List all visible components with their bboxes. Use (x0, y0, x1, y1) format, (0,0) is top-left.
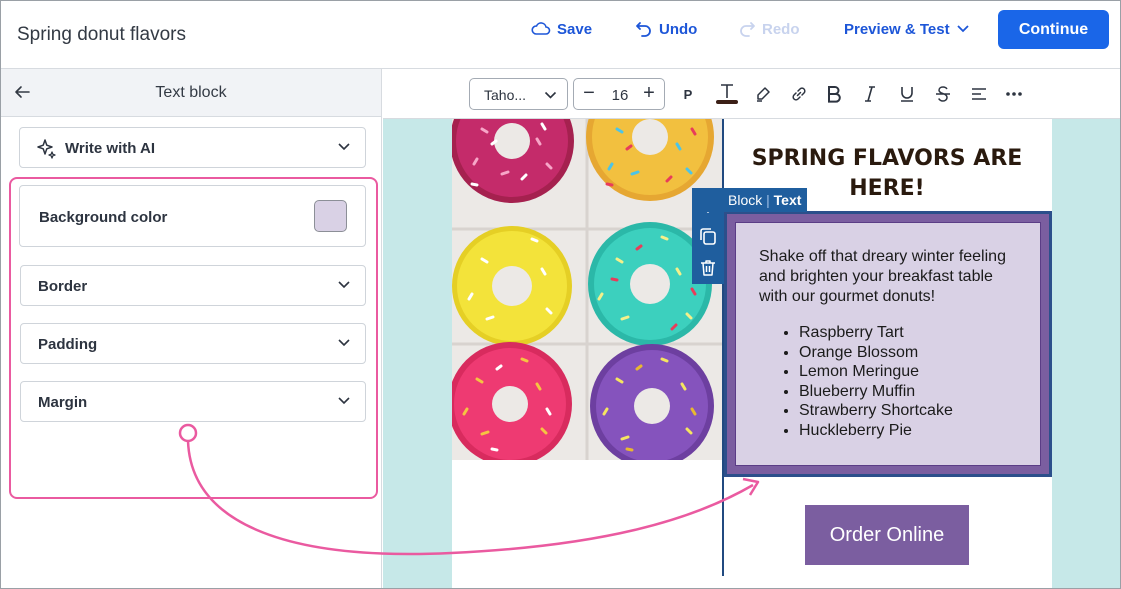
block-type-tag: Block | Text (692, 188, 808, 212)
list-item: Huckleberry Pie (799, 421, 1018, 441)
write-with-ai-label: Write with AI (65, 140, 155, 157)
selected-text-block[interactable]: Shake off that dreary winter feeling and… (724, 211, 1052, 477)
preview-test-button[interactable]: Preview & Test (844, 18, 970, 40)
preview-label: Preview & Test (844, 20, 950, 38)
font-family-select[interactable]: Taho... (469, 78, 568, 110)
write-with-ai-dropdown[interactable]: Write with AI (19, 127, 366, 168)
top-header: Spring donut flavors Save Undo Redo Prev… (1, 1, 1120, 69)
list-item: Orange Blossom (799, 343, 1018, 363)
font-size-value[interactable]: 16 (607, 87, 633, 104)
strikethrough-button[interactable] (932, 83, 954, 105)
continue-button[interactable]: Continue (998, 10, 1109, 49)
panel-header: Text block (1, 69, 381, 117)
save-label: Save (557, 20, 593, 38)
bold-button[interactable] (823, 83, 845, 105)
align-button[interactable] (968, 83, 990, 105)
list-item: Blueberry Muffin (799, 382, 1018, 402)
order-online-button[interactable]: Order Online (805, 505, 969, 565)
font-size-stepper[interactable]: − 16 + (573, 78, 665, 110)
underline-icon (901, 87, 913, 102)
duplicate-icon[interactable] (698, 226, 718, 246)
undo-icon (636, 22, 651, 37)
donut-yellow (452, 226, 572, 346)
chevron-down-icon (956, 25, 969, 33)
highlight-button[interactable] (752, 83, 774, 105)
email-body: SPRING FLAVORS ARE HERE! Shake off that … (452, 119, 1052, 588)
underline-button[interactable] (896, 83, 918, 105)
more-icon (1006, 92, 1022, 96)
paragraph-style-button[interactable]: P (677, 83, 699, 105)
link-button[interactable] (788, 83, 810, 105)
redo-label: Redo (762, 20, 800, 38)
text-color-button[interactable] (713, 79, 741, 107)
document-title[interactable]: Spring donut flavors (17, 24, 186, 46)
donuts-image[interactable] (452, 119, 722, 460)
redo-button[interactable]: Redo (738, 18, 800, 40)
italic-button[interactable] (859, 83, 881, 105)
text-color-icon (716, 84, 738, 104)
cloud-icon (531, 22, 551, 35)
decrease-size-button[interactable]: − (579, 82, 599, 105)
align-left-icon (972, 88, 986, 100)
intro-paragraph: Shake off that dreary winter feeling and… (759, 248, 1006, 305)
redo-icon (740, 22, 755, 37)
highlight-box (9, 177, 378, 499)
bold-icon (828, 86, 841, 103)
text-block-content[interactable]: Shake off that dreary winter feeling and… (735, 222, 1041, 466)
chevron-down-icon (544, 91, 557, 99)
formatting-toolbar: Taho... − 16 + P (383, 69, 1120, 119)
italic-icon (865, 86, 875, 102)
font-family-value: Taho... (484, 87, 527, 103)
undo-label: Undo (659, 20, 698, 38)
list-item: Raspberry Tart (799, 323, 1018, 343)
more-options-button[interactable] (1003, 83, 1025, 105)
undo-button[interactable]: Undo (635, 18, 697, 40)
increase-size-button[interactable]: + (639, 82, 659, 105)
list-item: Lemon Meringue (799, 362, 1018, 382)
trash-icon[interactable] (698, 258, 718, 278)
editor-window: Spring donut flavors Save Undo Redo Prev… (0, 0, 1121, 589)
link-icon (792, 87, 806, 101)
email-canvas: SPRING FLAVORS ARE HERE! Shake off that … (383, 119, 1120, 588)
save-button[interactable]: Save (531, 18, 592, 40)
highlighter-icon (757, 87, 770, 102)
flavor-list: Raspberry Tart Orange Blossom Lemon Meri… (799, 323, 1018, 441)
chevron-down-icon (338, 143, 350, 151)
panel-title: Text block (155, 84, 227, 101)
donuts-photo (452, 119, 722, 460)
block-tag-block: Block (728, 192, 763, 208)
sparkle-icon (37, 139, 56, 159)
list-item: Strawberry Shortcake (799, 401, 1018, 421)
block-tag-type: Text (773, 192, 802, 208)
strikethrough-icon (936, 86, 950, 102)
properties-panel: Text block Write with AI Background colo… (1, 69, 382, 588)
block-tag-separator: | (766, 192, 770, 208)
